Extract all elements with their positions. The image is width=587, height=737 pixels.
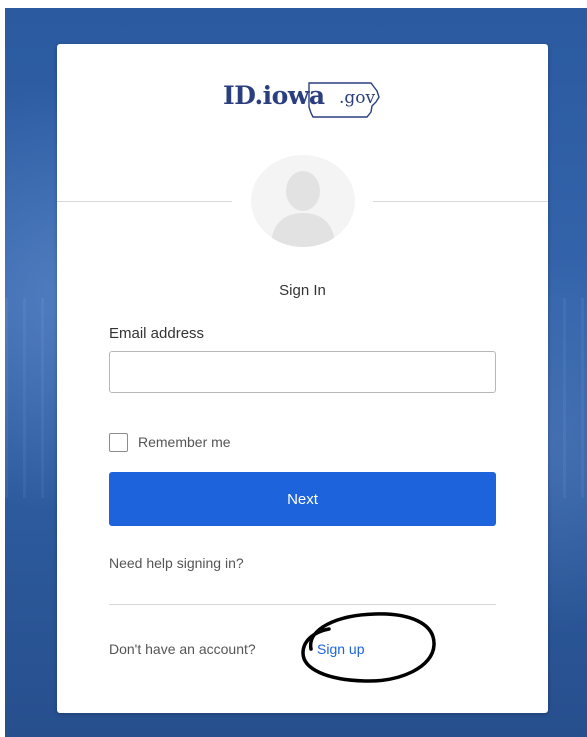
id-iowa-logo: ID.iowa .gov [223, 77, 383, 123]
email-label: Email address [109, 325, 205, 342]
hand-drawn-circle-annotation [301, 612, 436, 683]
footer-divider [109, 604, 496, 605]
logo-text: ID.iowa [223, 81, 325, 110]
page: ID.iowa .gov Sign In Email address Remem… [0, 0, 587, 737]
user-silhouette-icon [271, 171, 335, 247]
page-title: Sign In [279, 282, 326, 299]
header-divider-right [373, 201, 548, 202]
header-divider-left [57, 201, 232, 202]
next-button[interactable]: Next [109, 472, 496, 526]
remember-me-checkbox[interactable] [109, 433, 128, 452]
logo-suffix: .gov [339, 88, 376, 108]
email-input[interactable] [109, 351, 496, 393]
remember-me-label[interactable]: Remember me [138, 434, 231, 450]
need-help-link[interactable]: Need help signing in? [109, 555, 244, 571]
avatar [251, 155, 355, 247]
no-account-text: Don't have an account? [109, 641, 256, 657]
